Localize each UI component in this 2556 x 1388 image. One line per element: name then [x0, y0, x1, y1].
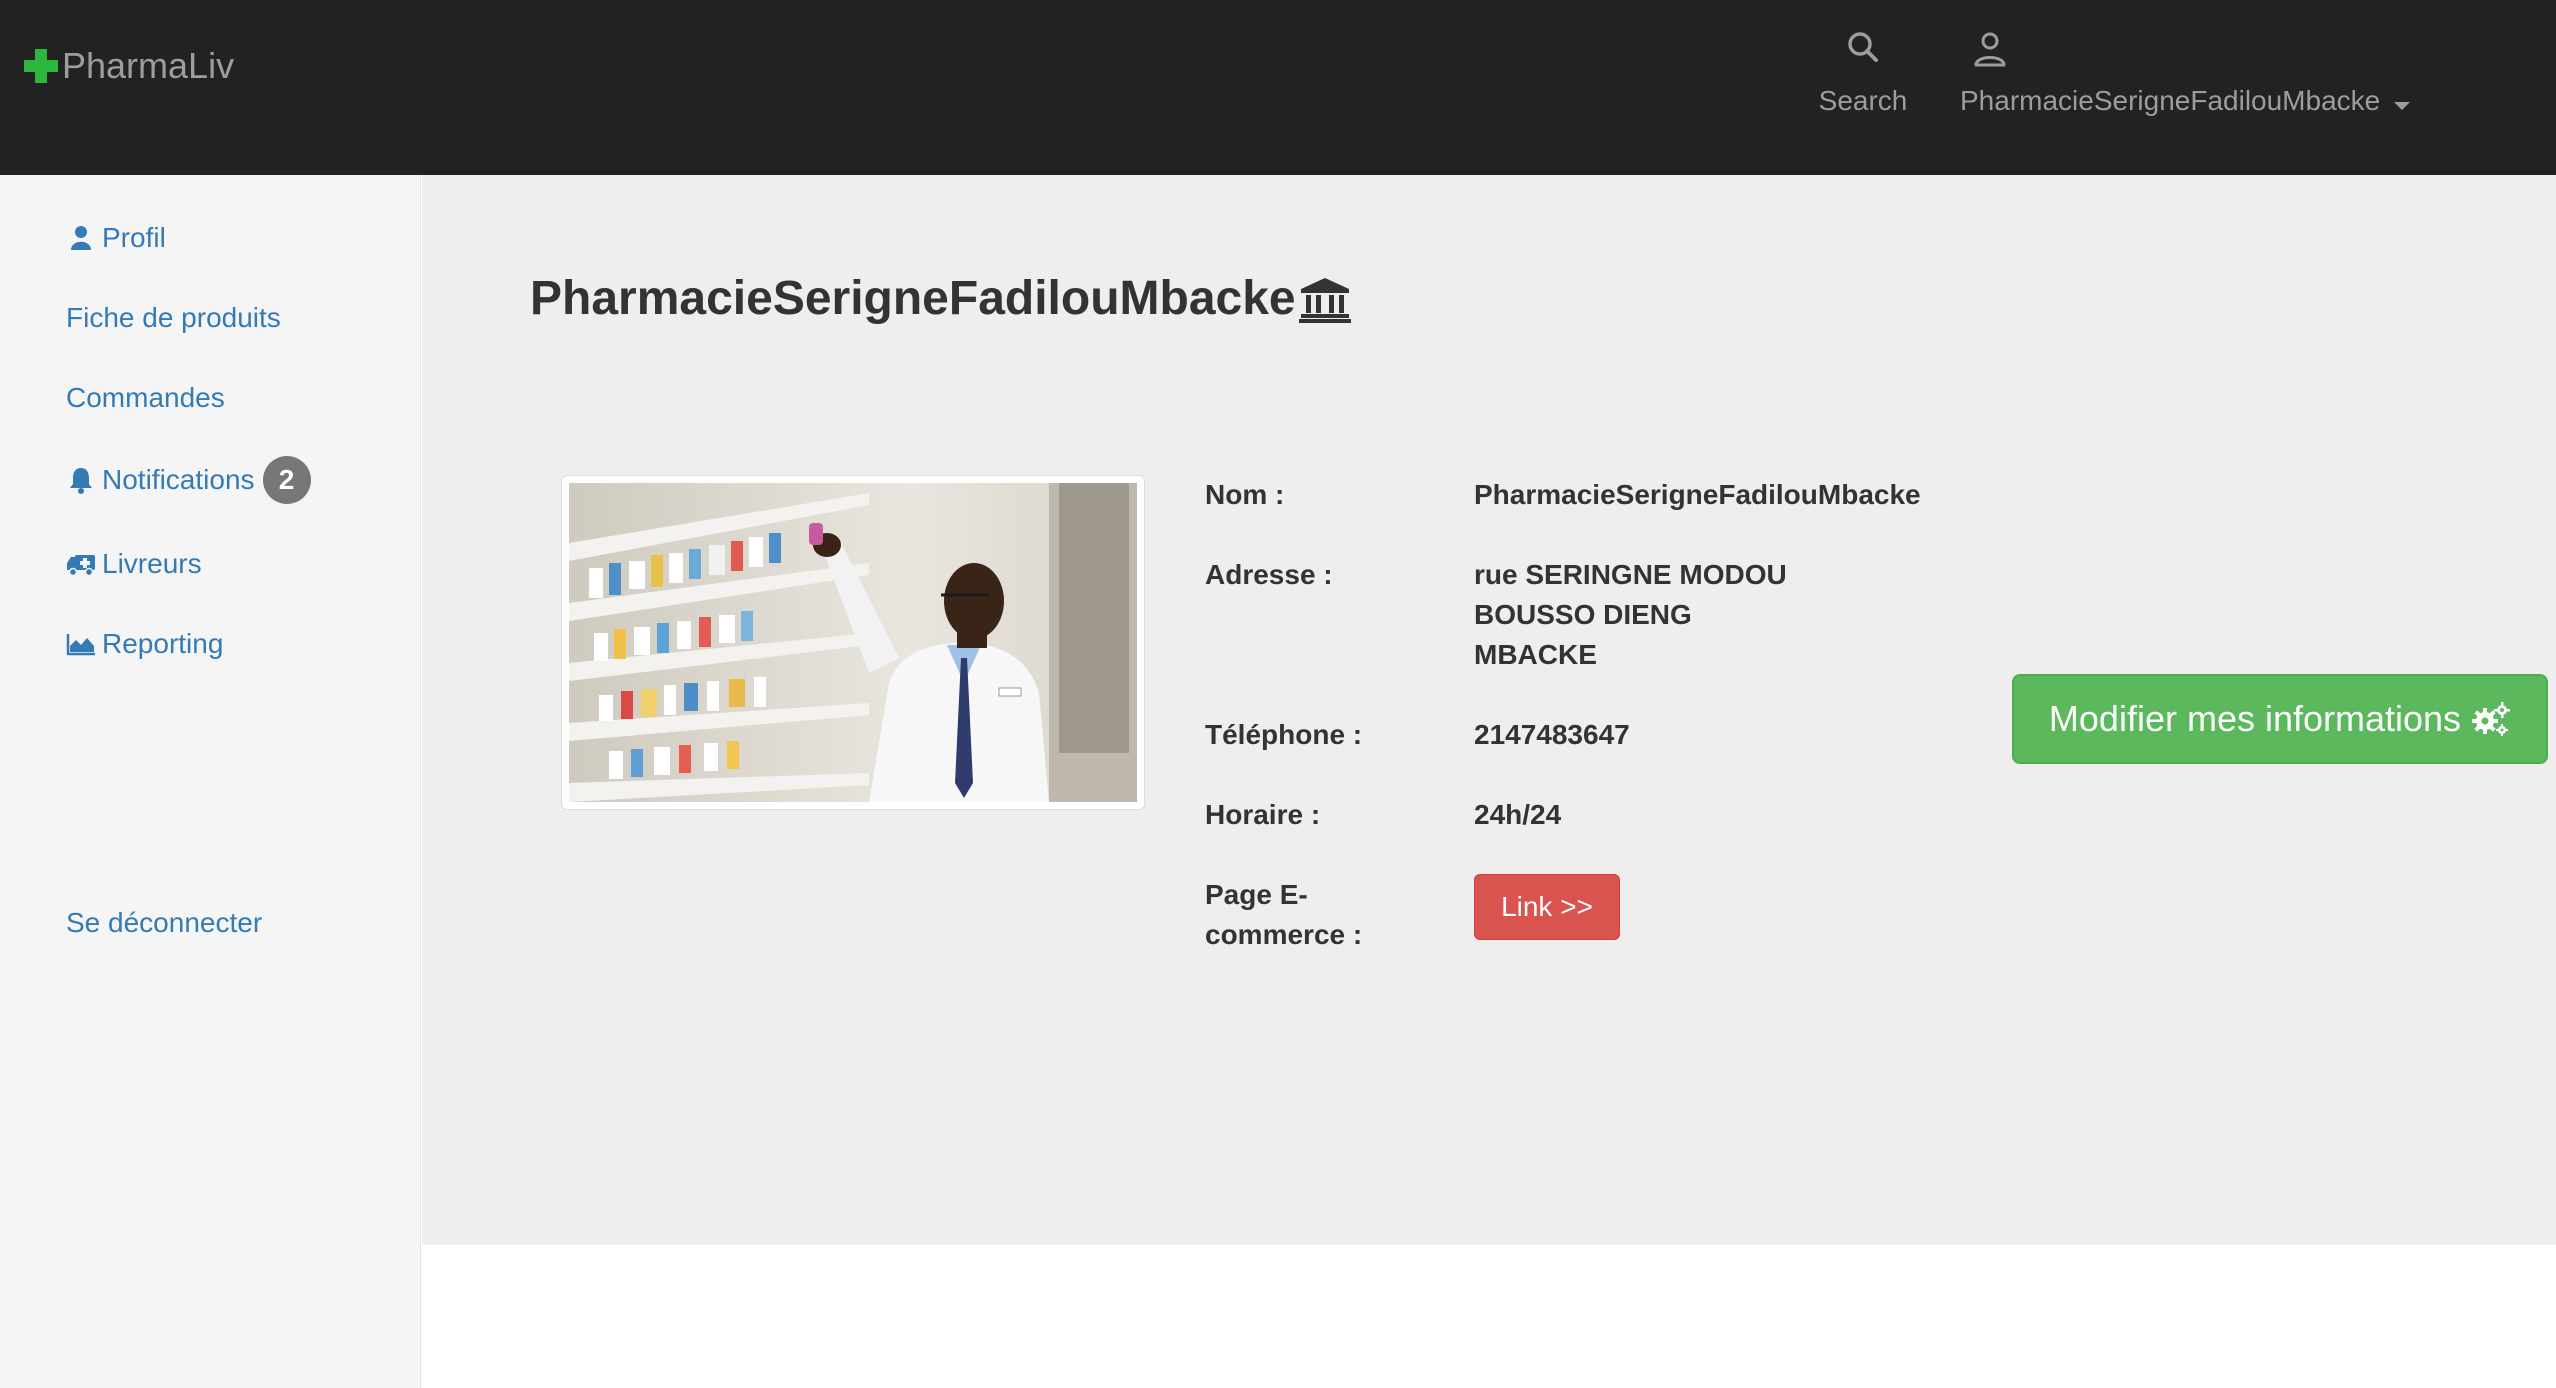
page-title-text: PharmacieSerigneFadilouMbacke — [530, 272, 1296, 325]
adresse-line-1: rue SERINGNE MODOU — [1474, 559, 1787, 590]
pharmacy-photo-frame — [561, 475, 1145, 810]
page-ecommerce-label-line-1: Page E- — [1205, 879, 1308, 910]
logout-link[interactable]: Se déconnecter — [66, 903, 262, 943]
logout-label: Se déconnecter — [66, 907, 263, 938]
telephone-label: Téléphone : — [1205, 719, 1363, 750]
bank-icon — [1298, 278, 1351, 323]
sidebar-item-livreurs[interactable]: Livreurs — [66, 544, 202, 584]
telephone-value: 2147483647 — [1474, 719, 1630, 750]
search-icon — [1848, 32, 1878, 62]
nom-value: PharmacieSerigneFadilouMbacke — [1474, 479, 1921, 510]
bell-icon — [66, 465, 96, 495]
adresse-label: Adresse : — [1205, 559, 1333, 590]
ambulance-icon — [66, 549, 96, 579]
area-chart-icon — [66, 629, 96, 659]
sidebar-item-label: Notifications — [102, 464, 255, 495]
sidebar-item-profil[interactable]: Profil — [66, 218, 166, 258]
sidebar-item-reporting[interactable]: Reporting — [66, 624, 223, 664]
chevron-down-icon — [2394, 101, 2411, 110]
sidebar-item-label: Reporting — [102, 628, 224, 659]
edit-info-button-label: Modifier mes informations — [2048, 698, 2462, 739]
notification-count-badge: 2 — [262, 456, 311, 504]
user-menu-dropdown[interactable]: PharmacieSerigneFadilouMbacke — [1960, 28, 2460, 118]
brand-logo[interactable]: PharmaLiv — [24, 44, 234, 88]
edit-info-button[interactable]: Modifier mes informations — [2012, 674, 2548, 764]
page-ecommerce-label-line-2: commerce : — [1205, 919, 1363, 950]
sidebar-item-fiche-de-produits[interactable]: Fiche de produits — [66, 298, 281, 338]
sidebar-item-commandes[interactable]: Commandes — [66, 378, 225, 418]
pharmacist-photo — [569, 483, 1137, 802]
adresse-line-3: MBACKE — [1474, 639, 1597, 670]
top-navbar: PharmaLiv Search PharmacieSerigneFadilou… — [0, 0, 2556, 175]
adresse-line-2: BOUSSO DIENG — [1474, 599, 1692, 630]
user-icon — [66, 223, 96, 253]
sidebar-item-label: Commandes — [66, 382, 225, 413]
search-label: Search — [1818, 85, 1908, 116]
brand-name: PharmaLiv — [62, 45, 235, 86]
sidebar — [0, 175, 421, 1388]
page-title: PharmacieSerigneFadilouMbacke — [530, 264, 1352, 334]
sidebar-item-label: Profil — [102, 222, 166, 253]
gears-icon — [2471, 701, 2511, 737]
nom-label: Nom : — [1205, 479, 1285, 510]
sidebar-item-label: Livreurs — [102, 548, 202, 579]
sidebar-item-notifications[interactable]: Notifications 2 — [66, 456, 311, 504]
ecommerce-link-button[interactable]: Link >> — [1474, 874, 1620, 940]
search-nav-button[interactable]: Search — [1808, 28, 1918, 118]
horaire-value: 24h/24 — [1474, 799, 1562, 830]
person-icon — [1974, 32, 2006, 67]
sidebar-item-label: Fiche de produits — [66, 302, 281, 333]
pharmacy-cross-icon — [24, 49, 58, 83]
horaire-label: Horaire : — [1205, 799, 1321, 830]
user-name-label: PharmacieSerigneFadilouMbacke — [1960, 85, 2381, 116]
